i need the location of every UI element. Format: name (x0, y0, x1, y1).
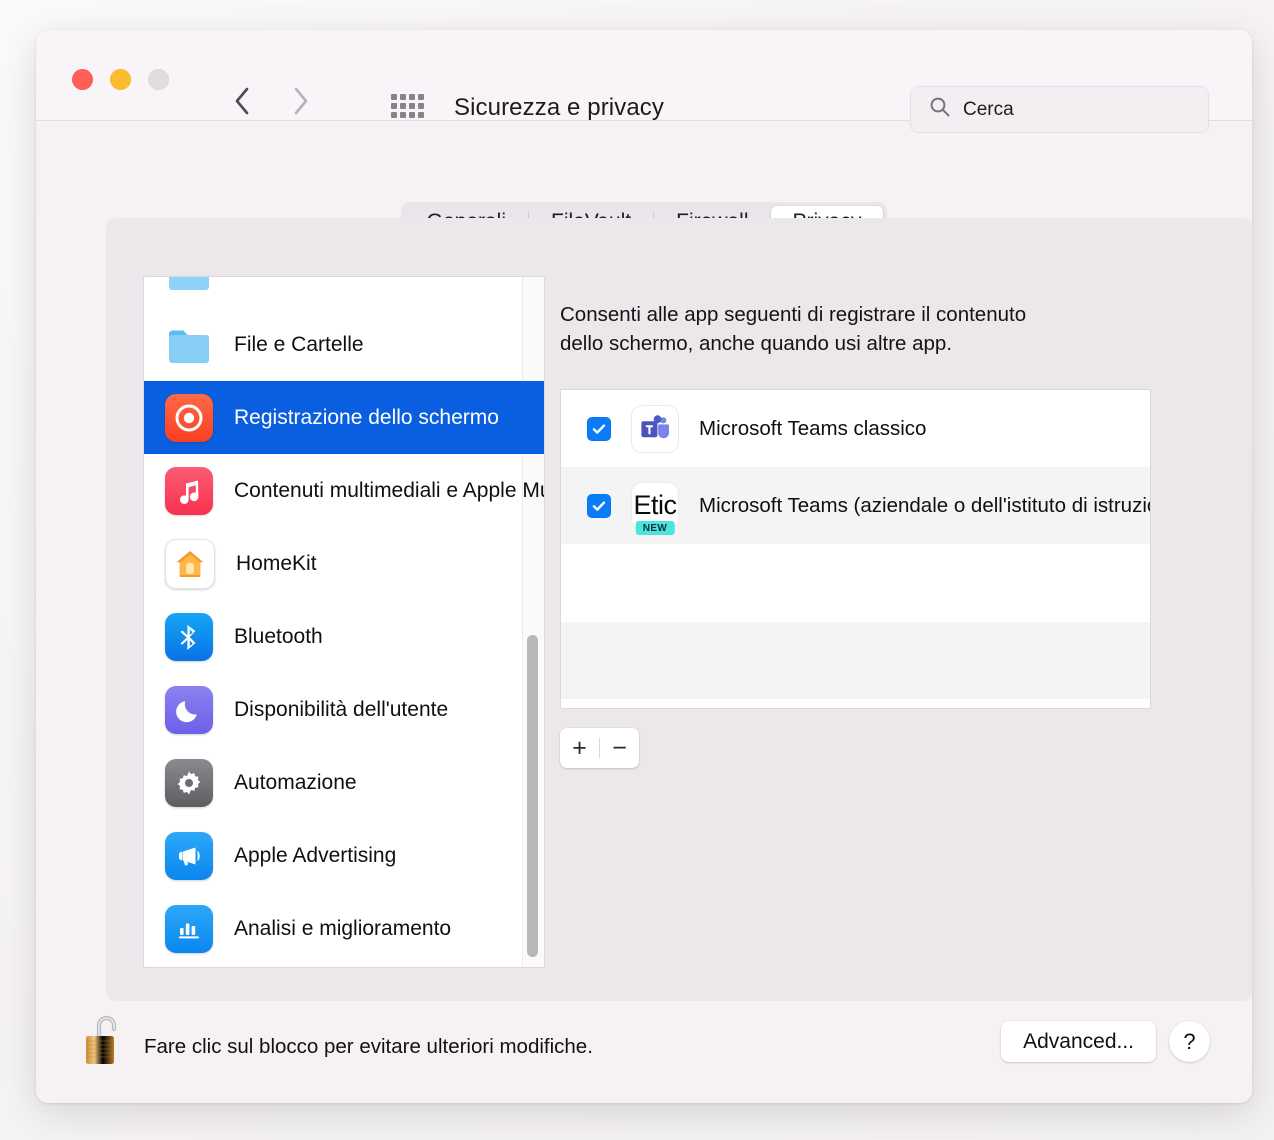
sidebar-item-homekit[interactable]: HomeKit (144, 527, 544, 600)
app-list-empty-row (561, 544, 1150, 622)
sidebar-item-label: Automazione (234, 771, 357, 795)
sidebar-item-contenuti-multimediali[interactable]: Contenuti multimediali e Apple Music (144, 454, 544, 527)
add-app-button[interactable]: + (560, 728, 599, 768)
sidebar-item-label: Apple Advertising (234, 844, 396, 868)
privacy-detail-pane: Consenti alle app seguenti di registrare… (560, 276, 1214, 966)
sidebar-item-label: File e Cartelle (234, 333, 364, 357)
system-preferences-window: Sicurezza e privacy Generali FileVault F… (36, 30, 1252, 1103)
navigation-arrows (232, 85, 310, 117)
chevron-left-icon[interactable] (232, 85, 252, 117)
new-badge: NEW (636, 521, 675, 535)
moon-icon (165, 686, 213, 734)
apple-music-icon (165, 467, 213, 515)
app-checkbox[interactable] (587, 417, 611, 441)
sidebar-item-label: Analisi e miglioramento (234, 917, 451, 941)
folder-icon (165, 277, 213, 296)
add-remove-button-group: + − (560, 728, 639, 768)
sidebar-item-bluetooth[interactable]: Bluetooth (144, 600, 544, 673)
advanced-button[interactable]: Advanced... (1001, 1021, 1156, 1062)
grid-apps-icon[interactable] (391, 94, 424, 118)
app-list-row[interactable]: Microsoft Teams classico (561, 390, 1150, 467)
unlocked-padlock-icon[interactable] (81, 1009, 129, 1071)
search-field[interactable] (910, 86, 1209, 133)
app-list-empty-row (561, 699, 1150, 709)
app-checkbox[interactable] (587, 494, 611, 518)
sidebar-item-disponibilita-utente[interactable]: Disponibilità dell'utente (144, 673, 544, 746)
sidebar-item-label: Registrazione dello schermo (234, 406, 499, 430)
screen-recording-icon (165, 394, 213, 442)
app-list-row[interactable]: Etic NEW Microsoft Teams (aziendale o de… (561, 467, 1150, 544)
sidebar-item-automazione[interactable]: Automazione (144, 746, 544, 819)
privacy-panel-inner: File e Cartelle Registrazione dell (143, 276, 1214, 966)
app-name-label: Microsoft Teams (aziendale o dell'istitu… (699, 494, 1151, 518)
app-list-empty-row (561, 622, 1150, 699)
search-icon (929, 96, 951, 123)
lock-note-text: Fare clic sul blocco per evitare ulterio… (144, 1035, 593, 1059)
sidebar-item-label: HomeKit (236, 552, 317, 576)
close-button[interactable] (72, 69, 93, 90)
window-titlebar: Sicurezza e privacy (36, 30, 1252, 121)
permission-description: Consenti alle app seguenti di registrare… (560, 300, 1214, 358)
sidebar-item-file-e-cartelle[interactable]: File e Cartelle (144, 308, 544, 381)
search-input[interactable] (963, 99, 1173, 121)
minimize-button[interactable] (110, 69, 131, 90)
sidebar-item-apple-advertising[interactable]: Apple Advertising (144, 819, 544, 892)
sidebar-item-label: Contenuti multimediali e Apple Music (234, 479, 544, 503)
sidebar-item-analisi-e-miglioramento[interactable]: Analisi e miglioramento (144, 892, 544, 965)
sidebar-item-label: Bluetooth (234, 625, 323, 649)
desktop-background: Sicurezza e privacy Generali FileVault F… (0, 0, 1274, 1140)
sidebar-scrollbar-thumb[interactable] (527, 635, 538, 957)
folder-icon (165, 321, 213, 369)
zoom-button[interactable] (148, 69, 169, 90)
remove-app-button[interactable]: − (600, 728, 639, 768)
traffic-light-buttons (72, 69, 169, 90)
allowed-apps-list[interactable]: Microsoft Teams classico Etic NEW (560, 389, 1151, 709)
gear-icon (165, 759, 213, 807)
megaphone-icon (165, 832, 213, 880)
homekit-icon (165, 539, 215, 589)
microsoft-teams-icon (632, 406, 678, 452)
sidebar-item-partial-top[interactable] (144, 277, 544, 308)
help-button[interactable]: ? (1169, 1021, 1210, 1062)
page-title: Sicurezza e privacy (454, 94, 664, 122)
window-bottom-bar: Fare clic sul blocco per evitare ulterio… (36, 1001, 1252, 1103)
sidebar-item-registrazione-dello-schermo[interactable]: Registrazione dello schermo (144, 381, 544, 454)
sidebar-scroll-area: File e Cartelle Registrazione dell (144, 277, 544, 967)
bluetooth-icon (165, 613, 213, 661)
sidebar-item-label: Disponibilità dell'utente (234, 698, 448, 722)
etic-app-icon: Etic NEW (632, 483, 678, 529)
privacy-category-list[interactable]: File e Cartelle Registrazione dell (143, 276, 545, 968)
etic-icon-label: Etic (633, 490, 676, 521)
bar-chart-icon (165, 905, 213, 953)
privacy-panel: File e Cartelle Registrazione dell (106, 218, 1252, 1001)
app-name-label: Microsoft Teams classico (699, 417, 926, 441)
sidebar-scrollbar[interactable] (526, 285, 539, 959)
chevron-right-icon[interactable] (290, 85, 310, 117)
